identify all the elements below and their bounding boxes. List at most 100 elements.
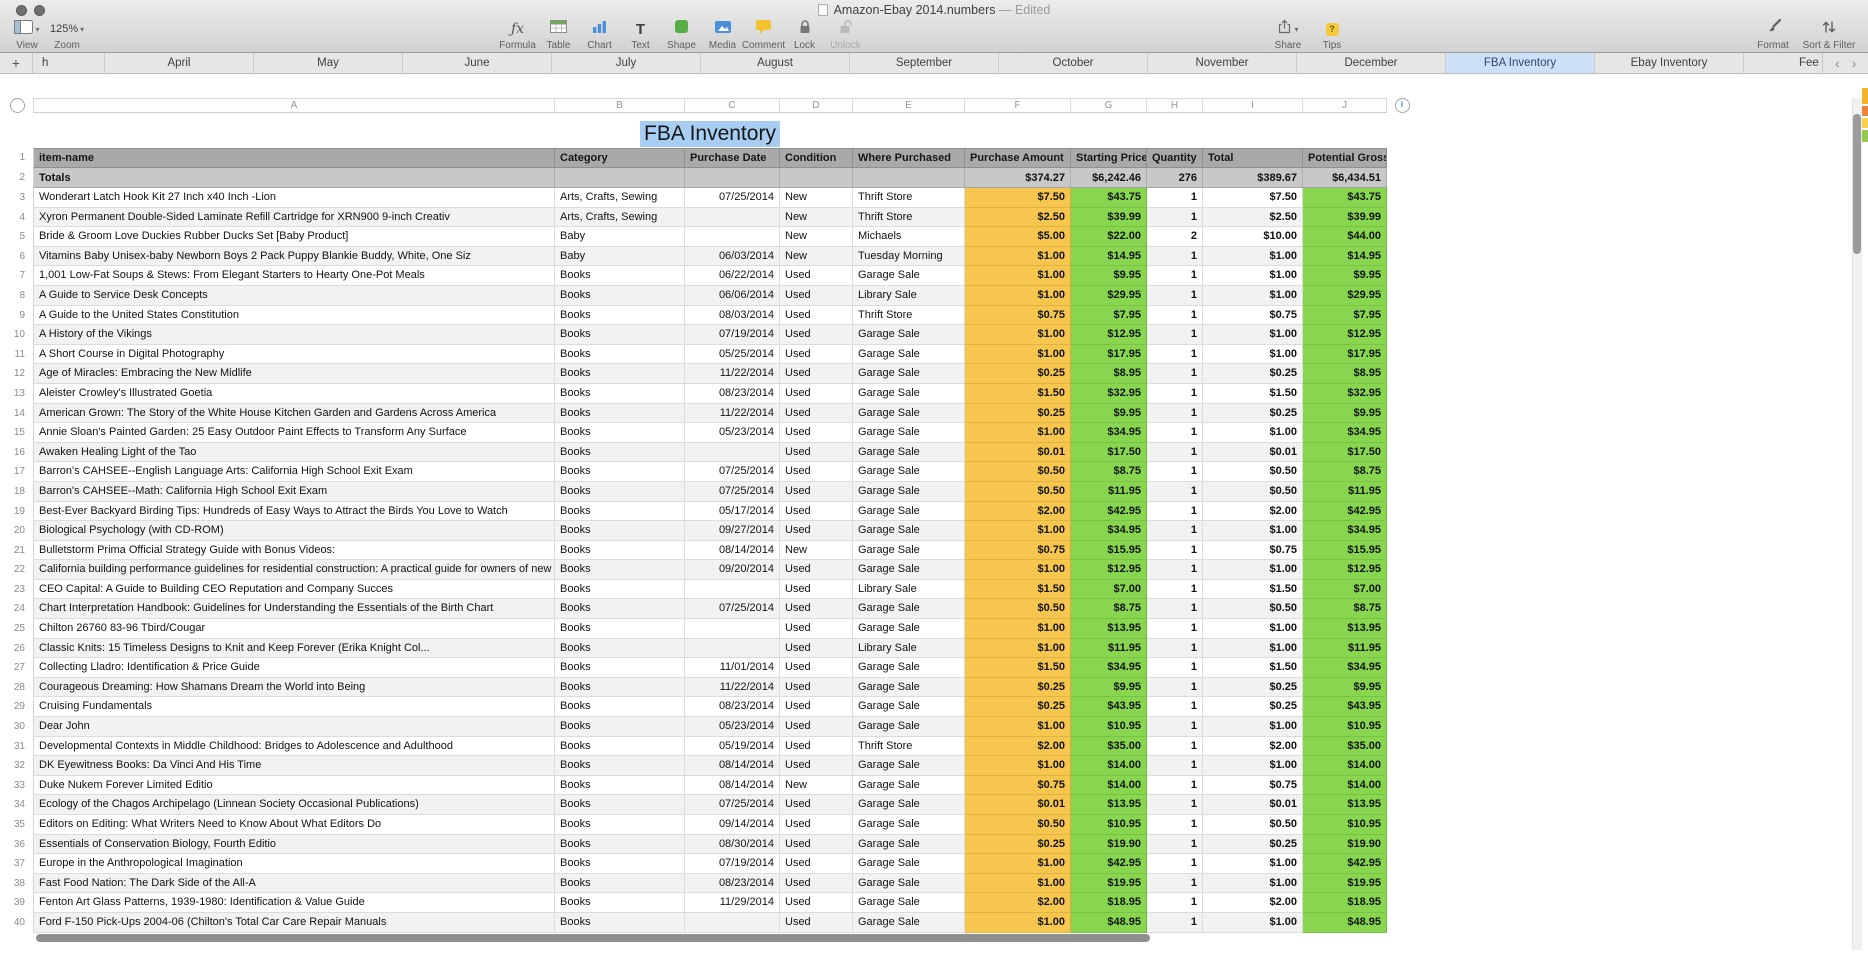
cell-category[interactable]: Books [555,677,685,698]
cell-purchase-amount[interactable]: $1.00 [965,560,1071,580]
table-button[interactable]: Table [538,20,579,51]
cell-where-purchased[interactable]: Garage Sale [853,775,965,796]
cell-category[interactable]: Books [555,717,685,737]
cell-item-name[interactable]: Best-Ever Backyard Birding Tips: Hundred… [33,501,555,522]
cell-category[interactable]: Books [555,854,685,874]
cell-total[interactable]: $1.00 [1203,560,1303,580]
cell-where-purchased[interactable]: Thrift Store [853,207,965,228]
row-number[interactable]: 7 [0,266,33,286]
cell-condition[interactable]: Used [780,423,853,443]
cell-starting-price[interactable]: $14.95 [1071,246,1147,267]
row-number[interactable]: 35 [0,815,33,835]
cell-condition[interactable]: Used [780,560,853,580]
cell-total[interactable]: $2.00 [1203,736,1303,757]
cell-item-name[interactable]: Courageous Dreaming: How Shamans Dream t… [33,677,555,698]
cell-quantity[interactable]: 1 [1147,442,1203,463]
cell-condition[interactable]: New [780,188,853,208]
cell-total[interactable]: $2.00 [1203,501,1303,522]
sheet-tab-fee[interactable]: Fee [1744,53,1822,73]
row-number[interactable]: 2 [0,168,33,188]
cell-condition[interactable]: Used [780,912,853,933]
cell-quantity[interactable]: 1 [1147,207,1203,228]
cell-where-purchased[interactable]: Garage Sale [853,717,965,737]
cell-purchase-amount[interactable]: $0.25 [965,697,1071,718]
cell-total[interactable]: $7.50 [1203,188,1303,208]
cell-where-purchased[interactable]: Garage Sale [853,442,965,463]
cell-purchase-amount[interactable]: $0.75 [965,540,1071,561]
cell-condition[interactable]: Used [780,442,853,463]
cell-where-purchased[interactable]: Garage Sale [853,677,965,698]
cell-category[interactable]: Books [555,501,685,522]
cell-item-name[interactable]: Vitamins Baby Unisex-baby Newborn Boys 2… [33,246,555,267]
cell-item-name[interactable]: Europe in the Anthropological Imaginatio… [33,854,555,874]
cell-category[interactable]: Books [555,423,685,443]
cell-where-purchased[interactable]: Garage Sale [853,325,965,345]
view-button[interactable]: ▾ View [10,19,44,51]
cell-item-name[interactable]: Barron's CAHSEE--English Language Arts: … [33,462,555,482]
cell-purchase-date[interactable]: 05/25/2014 [685,344,780,365]
cell-category[interactable]: Books [555,462,685,482]
cell-total-total[interactable]: $389.67 [1203,168,1303,188]
column-letter-F[interactable]: F [965,99,1071,112]
row-number[interactable]: 11 [0,344,33,365]
cell-potential-gross[interactable]: $10.95 [1303,815,1387,835]
shape-button[interactable]: Shape [661,20,702,51]
cell-purchase-amount[interactable]: $0.50 [965,815,1071,835]
cell-purchase-date[interactable]: 08/23/2014 [685,697,780,718]
cell-potential-gross[interactable]: $29.95 [1303,285,1387,306]
cell-total-purchase-amount[interactable]: $374.27 [965,168,1071,188]
cell-category[interactable]: Books [555,893,685,913]
cell-quantity[interactable]: 1 [1147,579,1203,600]
sheet-tab-april[interactable]: April [105,53,254,73]
cell-quantity[interactable]: 1 [1147,188,1203,208]
cell-purchase-date[interactable]: 08/23/2014 [685,873,780,894]
cell-potential-gross[interactable]: $8.75 [1303,462,1387,482]
row-number[interactable]: 6 [0,246,33,267]
cell-potential-gross[interactable]: $9.95 [1303,403,1387,424]
cell-potential-gross[interactable]: $12.95 [1303,325,1387,345]
cell-purchase-date[interactable]: 09/27/2014 [685,521,780,541]
cell-purchase-date[interactable]: 07/25/2014 [685,188,780,208]
row-number[interactable]: 25 [0,619,33,639]
row-number[interactable]: 20 [0,521,33,541]
cell-condition[interactable]: New [780,227,853,247]
cell-potential-gross[interactable]: $8.75 [1303,599,1387,620]
cell-quantity[interactable]: 1 [1147,285,1203,306]
cell-purchase-amount[interactable]: $0.01 [965,442,1071,463]
cell-starting-price[interactable]: $11.95 [1071,481,1147,502]
cell-purchase-amount[interactable]: $0.75 [965,775,1071,796]
cell-potential-gross[interactable]: $43.95 [1303,697,1387,718]
table-select-handle[interactable] [10,98,25,113]
cell-where-purchased[interactable]: Library Sale [853,638,965,659]
cell-purchase-date[interactable]: 07/25/2014 [685,481,780,502]
cell-item-name[interactable]: Fenton Art Glass Patterns, 1939-1980: Id… [33,893,555,913]
cell-purchase-date[interactable]: 05/23/2014 [685,717,780,737]
cell-category[interactable]: Books [555,736,685,757]
cell-potential-gross[interactable]: $34.95 [1303,658,1387,678]
row-number[interactable]: 17 [0,462,33,482]
row-number[interactable]: 8 [0,285,33,306]
row-number[interactable]: 31 [0,736,33,757]
cell-starting-price[interactable]: $8.75 [1071,462,1147,482]
cell-category[interactable]: Books [555,775,685,796]
cell-purchase-date[interactable]: 07/19/2014 [685,854,780,874]
cell-purchase-date[interactable]: 07/19/2014 [685,325,780,345]
add-sheet-button[interactable]: + [0,53,33,73]
formula-button[interactable]: ƒx Formula [497,20,538,51]
cell-total[interactable]: $0.01 [1203,442,1303,463]
row-number[interactable]: 10 [0,325,33,345]
row-number[interactable]: 27 [0,658,33,678]
cell-condition[interactable]: Used [780,638,853,659]
cell-condition[interactable]: Used [780,266,853,286]
cell-starting-price[interactable]: $43.75 [1071,188,1147,208]
tips-button[interactable]: ? Tips [1310,20,1354,51]
cell-potential-gross[interactable]: $17.50 [1303,442,1387,463]
cell-condition[interactable]: Used [780,462,853,482]
cell-quantity[interactable]: 1 [1147,834,1203,855]
cell-starting-price[interactable]: $13.95 [1071,795,1147,815]
cell-potential-gross[interactable]: $42.95 [1303,501,1387,522]
cell-starting-price[interactable]: $10.95 [1071,717,1147,737]
cell-condition[interactable]: Used [780,403,853,424]
cell-where-purchased[interactable]: Garage Sale [853,540,965,561]
cell-condition[interactable]: Used [780,364,853,384]
